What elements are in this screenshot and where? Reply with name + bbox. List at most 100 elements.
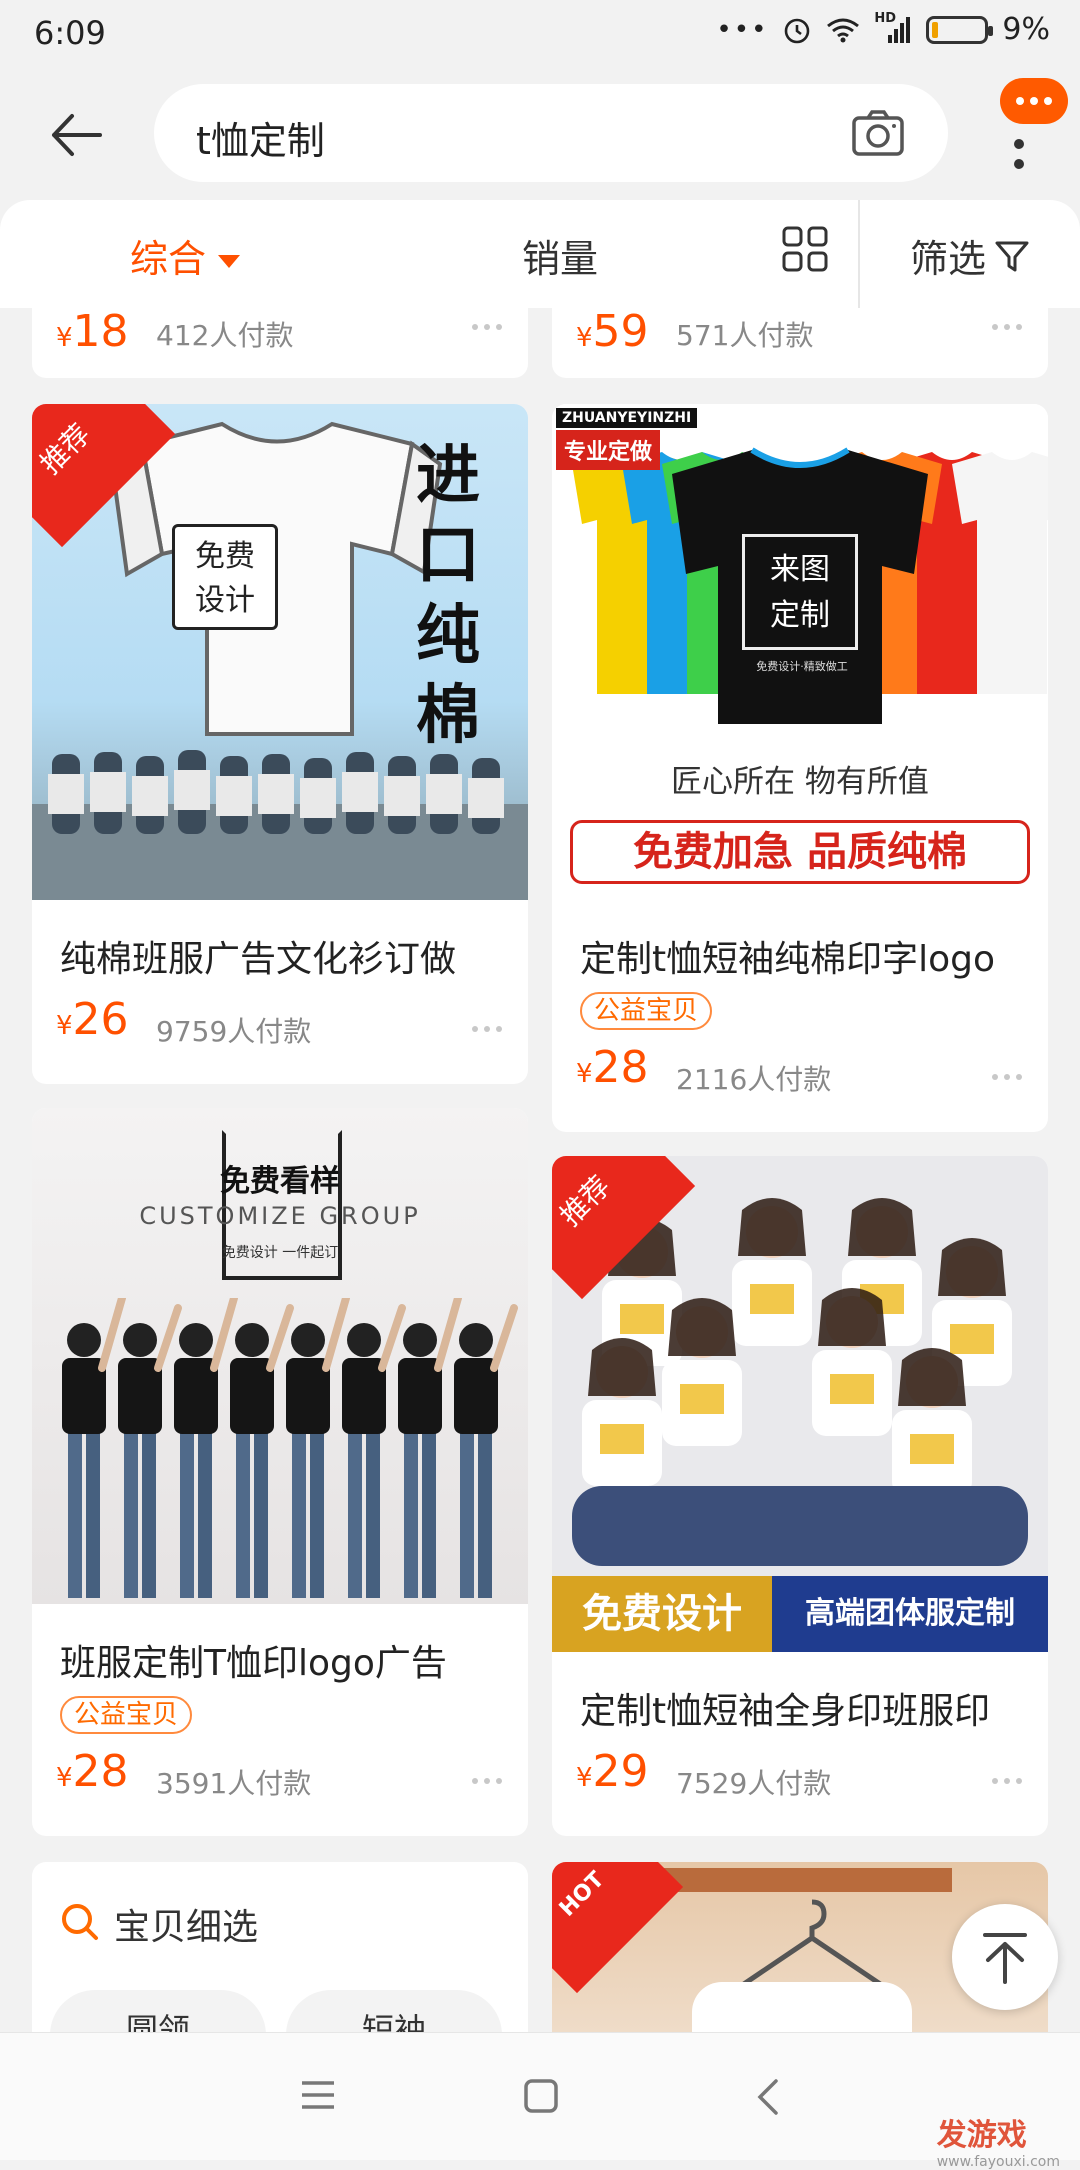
product-card-partial-2[interactable]: ¥59 571人付款 <box>552 308 1048 378</box>
vertical-char: 口 <box>416 518 480 593</box>
product-title: 班服定制T恤印logo广告 <box>60 1643 447 1684</box>
banner-right: 高端团体服定制 <box>772 1576 1048 1652</box>
box-line-2: 定制 <box>770 598 830 633</box>
hot-corner-badge <box>552 1862 684 1994</box>
person-arm <box>490 1304 518 1372</box>
person-arm <box>210 1298 238 1372</box>
status-time: 6:09 <box>34 14 106 52</box>
student-print <box>950 1324 994 1354</box>
home-square-icon[interactable] <box>522 2077 560 2115</box>
product-image[interactable]: 免费 设计 进 口 纯 棉 推荐 <box>32 404 528 900</box>
sort-sales[interactable]: 销量 <box>522 228 598 283</box>
product-price: ¥28 <box>56 1746 129 1797</box>
search-header: t恤定制 <box>0 70 1080 200</box>
product-image[interactable]: 免费看样 CUSTOMIZE GROUP 免费设计 一件起订 <box>32 1108 528 1604</box>
sold-count: 3591人付款 <box>156 1767 312 1800</box>
back-arrow-icon[interactable] <box>48 110 104 160</box>
sold-count: 412人付款 <box>156 319 294 352</box>
person-leg <box>124 1428 138 1598</box>
more-options-icon[interactable] <box>992 1778 1026 1786</box>
person-head <box>179 1323 213 1357</box>
filter-button[interactable]: 筛选 <box>910 228 1030 283</box>
refine-label: 宝贝细选 <box>114 1907 259 1948</box>
refine-chip[interactable]: 短袖 <box>286 1990 502 2032</box>
person-leg <box>142 1428 156 1598</box>
signal-icon: HD <box>874 11 912 45</box>
price-value: 26 <box>72 994 129 1045</box>
shirt-shape <box>692 1982 912 2032</box>
sold-count: 571人付款 <box>676 319 814 352</box>
search-input[interactable]: t恤定制 <box>154 84 948 182</box>
grid-view-icon[interactable] <box>782 226 828 272</box>
person-leg <box>348 1428 362 1598</box>
person-leg <box>404 1428 418 1598</box>
search-query: t恤定制 <box>196 119 325 163</box>
refine-card: 宝贝细选 圆领 短袖 <box>32 1862 528 2032</box>
system-nav-bar <box>0 2032 1080 2160</box>
person-arm <box>322 1298 350 1372</box>
message-bubble-icon[interactable] <box>1000 78 1068 124</box>
back-chevron-icon[interactable] <box>754 2077 784 2117</box>
menu-icon[interactable] <box>298 2077 338 2113</box>
person-leg <box>198 1428 212 1598</box>
vertical-char: 进 <box>416 438 480 513</box>
box-line-1: 来图 <box>770 552 830 587</box>
more-options-icon[interactable] <box>472 1778 506 1786</box>
price-value: 18 <box>72 308 129 357</box>
product-card-4[interactable]: 推荐 免费设计 高端团体服定制 定制t恤短袖全身印班服印 ¥29 7529人付款 <box>552 1156 1048 1836</box>
product-price: ¥28 <box>576 1042 649 1093</box>
person-head <box>235 1323 269 1357</box>
charity-tag: 公益宝贝 <box>580 992 713 1030</box>
product-card-partial-1[interactable]: ¥18 412人付款 <box>32 308 528 378</box>
charity-tag: 公益宝贝 <box>60 1696 193 1734</box>
more-options-icon[interactable] <box>992 1074 1026 1082</box>
price-value: 29 <box>592 1746 649 1797</box>
brand-label: ZHUANYEYINZHI <box>556 408 698 428</box>
person-head <box>291 1323 325 1357</box>
price-currency: ¥ <box>56 323 73 353</box>
sort-comprehensive-label: 综合 <box>130 237 207 281</box>
price-value: 59 <box>592 308 649 357</box>
more-options-icon[interactable] <box>472 1026 506 1034</box>
watermark-brand: 发游戏 <box>936 2118 1027 2153</box>
camera-icon[interactable] <box>850 108 906 158</box>
vertical-char: 纯 <box>416 598 480 673</box>
jeans-shape <box>572 1486 1028 1566</box>
student-hair <box>898 1348 966 1406</box>
funnel-icon <box>995 241 1029 271</box>
price-currency: ¥ <box>576 1763 593 1793</box>
image-text-box: 来图 定制 <box>742 534 858 650</box>
product-price: ¥26 <box>56 994 129 1045</box>
student-print <box>910 1434 954 1464</box>
product-price: ¥59 <box>576 308 649 357</box>
student-hair <box>668 1298 736 1356</box>
refine-chip[interactable]: 圆领 <box>50 1990 266 2032</box>
product-title: 纯棉班服广告文化衫订做 <box>60 939 457 980</box>
group-people-illustration <box>62 1298 518 1598</box>
back-to-top-button[interactable] <box>952 1904 1058 2010</box>
person-leg <box>310 1428 324 1598</box>
person-arm <box>154 1304 182 1372</box>
status-bar: 6:09 ••• HD 9% <box>0 0 1080 70</box>
product-image[interactable]: 推荐 免费设计 高端团体服定制 <box>552 1156 1048 1652</box>
price-value: 28 <box>72 1746 129 1797</box>
shelf-bar <box>662 1868 952 1892</box>
corner-label: 专业定做 <box>556 430 661 470</box>
student-print <box>750 1284 794 1314</box>
price-value: 28 <box>592 1042 649 1093</box>
product-image[interactable]: ZHUANYEYINZHI 专业定做 来图 定制 免费设计·精致做工 匠心所在 … <box>552 404 1048 900</box>
person-leg <box>292 1428 306 1598</box>
student-hair <box>738 1198 806 1256</box>
product-card-3[interactable]: 免费看样 CUSTOMIZE GROUP 免费设计 一件起订 班服定制T恤印lo… <box>32 1108 528 1836</box>
dropdown-triangle-icon <box>218 255 241 268</box>
product-title: 定制t恤短袖纯棉印字logo <box>580 939 996 980</box>
product-title: 定制t恤短袖全身印班服印 <box>580 1691 991 1732</box>
person-head <box>459 1323 493 1357</box>
more-options-icon[interactable] <box>992 324 1026 332</box>
product-card-1[interactable]: 免费 设计 进 口 纯 棉 推荐 纯棉班服广告文化衫订做 ¥26 9759人付款 <box>32 404 528 1084</box>
more-options-icon[interactable] <box>472 324 506 332</box>
sold-count: 7529人付款 <box>676 1767 832 1800</box>
product-card-2[interactable]: ZHUANYEYINZHI 专业定做 来图 定制 免费设计·精致做工 匠心所在 … <box>552 404 1048 1132</box>
sort-comprehensive[interactable]: 综合 <box>130 228 241 283</box>
sort-filter-bar: 综合 销量 筛选 <box>0 200 1080 308</box>
